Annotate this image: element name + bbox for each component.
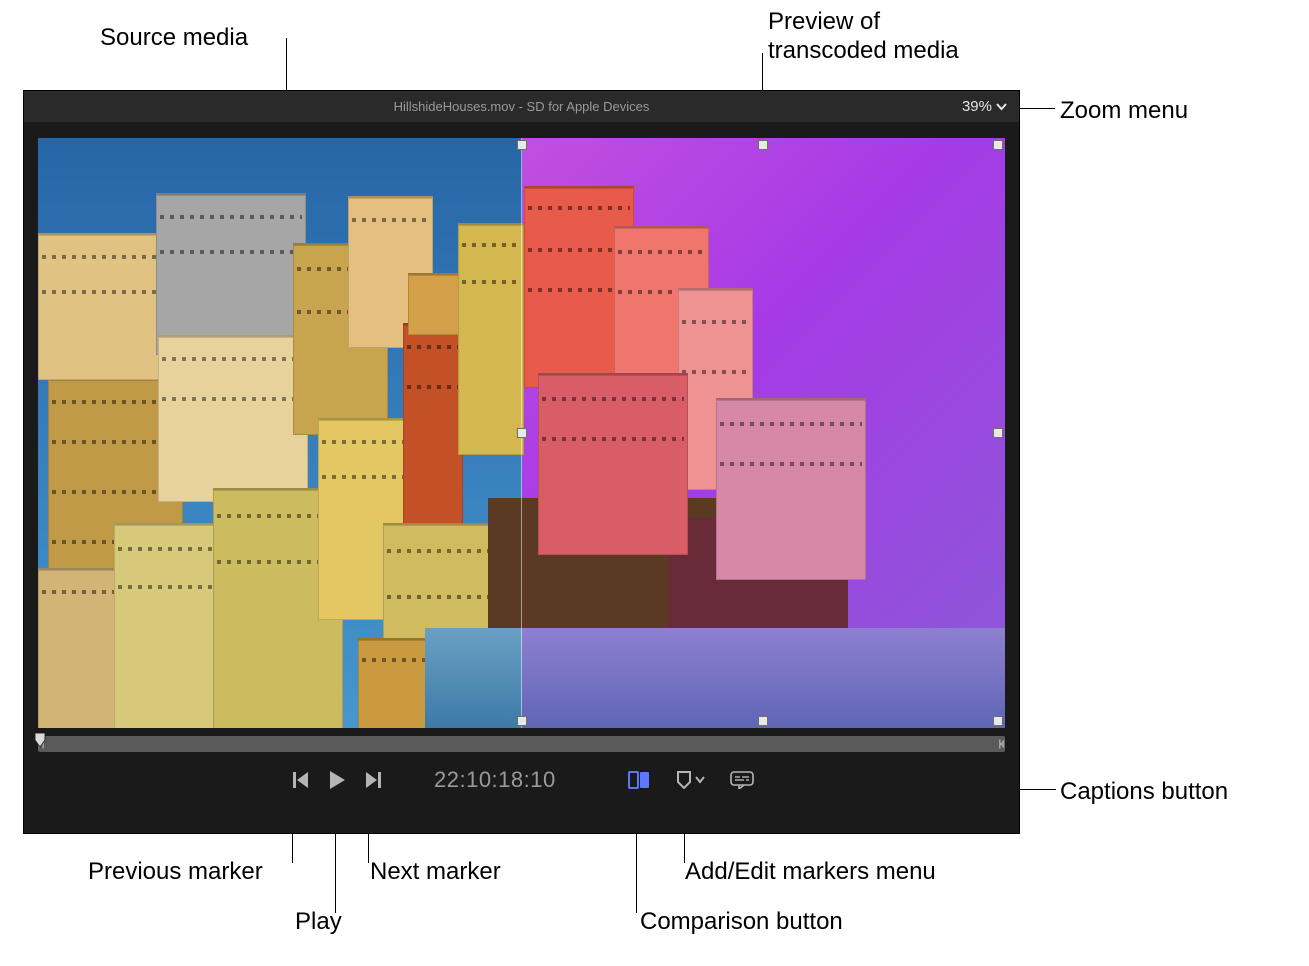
skip-next-icon: [364, 771, 382, 789]
crop-handle-top-center[interactable]: [758, 140, 768, 150]
preview-viewport[interactable]: [38, 138, 1005, 728]
skip-previous-icon: [292, 771, 310, 789]
zoom-value: 39%: [962, 98, 992, 115]
callout-zoom-menu: Zoom menu: [1060, 97, 1188, 126]
crop-handle-left-center[interactable]: [517, 428, 527, 438]
play-icon: [328, 770, 346, 790]
crop-handle-top-left[interactable]: [517, 140, 527, 150]
callout-source-media: Source media: [100, 24, 248, 53]
playhead-icon[interactable]: [33, 733, 47, 748]
callout-preview-transcoded: Preview of transcoded media: [768, 8, 959, 66]
crop-handle-bottom-right[interactable]: [993, 716, 1003, 726]
next-marker-button[interactable]: [364, 771, 382, 789]
crop-handle-bottom-center[interactable]: [758, 716, 768, 726]
titlebar: HillshideHouses.mov - SD for Apple Devic…: [24, 91, 1019, 122]
comparison-button[interactable]: [628, 771, 652, 789]
leader-zoom: [1017, 108, 1055, 109]
captions-button[interactable]: [730, 771, 754, 789]
window-title: HillshideHouses.mov - SD for Apple Devic…: [24, 99, 1019, 114]
callout-captions-button: Captions button: [1060, 778, 1228, 807]
comparison-icon: [628, 771, 652, 789]
playback-controls: 22:10:18:10: [38, 760, 1005, 800]
zoom-menu[interactable]: 39%: [962, 98, 1007, 115]
crop-handle-bottom-left[interactable]: [517, 716, 527, 726]
play-button[interactable]: [328, 770, 346, 790]
previous-marker-button[interactable]: [292, 771, 310, 789]
add-edit-markers-menu[interactable]: [676, 771, 706, 789]
out-point-icon: [999, 736, 1005, 752]
callout-add-edit-markers: Add/Edit markers menu: [685, 858, 936, 887]
callout-next-marker: Next marker: [370, 858, 501, 887]
crop-handle-top-right[interactable]: [993, 140, 1003, 150]
marker-icon: [676, 771, 706, 789]
captions-icon: [730, 771, 754, 789]
callout-prev-marker: Previous marker: [88, 858, 263, 887]
crop-handle-right-center[interactable]: [993, 428, 1003, 438]
preview-window: HillshideHouses.mov - SD for Apple Devic…: [23, 90, 1020, 834]
chevron-down-icon: [996, 103, 1007, 111]
timecode-display: 22:10:18:10: [434, 767, 556, 793]
callout-comparison-button: Comparison button: [640, 908, 843, 937]
timeline-scrubber[interactable]: [38, 736, 1005, 752]
